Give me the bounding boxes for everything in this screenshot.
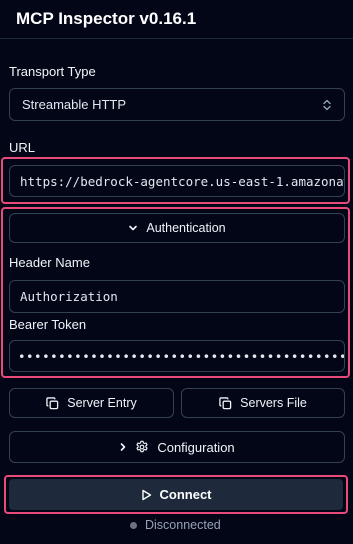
url-value: https://bedrock-agentcore.us-east-1.amaz…	[20, 173, 344, 189]
chevron-right-icon	[119, 442, 127, 452]
header-divider	[0, 38, 353, 39]
status-text: Disconnected	[145, 518, 221, 532]
configuration-button[interactable]: Configuration	[9, 431, 345, 463]
url-label: URL	[9, 140, 36, 155]
connect-button[interactable]: Connect	[9, 479, 343, 510]
connection-status: Disconnected	[130, 518, 221, 532]
bearer-token-label: Bearer Token	[9, 317, 87, 332]
copy-icon	[46, 396, 59, 410]
gear-icon	[135, 440, 149, 454]
configuration-label: Configuration	[157, 439, 235, 455]
copy-icon	[219, 396, 232, 410]
header-name-input[interactable]: Authorization	[9, 280, 345, 313]
transport-type-select[interactable]: Streamable HTTP	[9, 88, 345, 121]
transport-type-value: Streamable HTTP	[22, 97, 127, 112]
transport-type-label: Transport Type	[9, 64, 96, 79]
servers-file-button[interactable]: Servers File	[181, 388, 345, 418]
connect-label: Connect	[159, 487, 212, 502]
server-entry-button[interactable]: Server Entry	[9, 388, 174, 418]
authentication-label: Authentication	[146, 221, 226, 235]
chevrons-up-down-icon	[322, 99, 332, 111]
app-title: MCP Inspector v0.16.1	[16, 9, 197, 28]
server-entry-label: Server Entry	[67, 396, 137, 410]
servers-file-label: Servers File	[240, 396, 307, 410]
bearer-token-value: ••••••••••••••••••••••••••••••••••••••••…	[18, 348, 345, 364]
bearer-token-input[interactable]: ••••••••••••••••••••••••••••••••••••••••…	[9, 340, 345, 372]
status-dot	[130, 521, 137, 529]
header-name-value: Authorization	[20, 289, 118, 304]
chevron-down-icon	[128, 224, 138, 232]
url-input[interactable]: https://bedrock-agentcore.us-east-1.amaz…	[9, 165, 345, 197]
authentication-toggle-button[interactable]: Authentication	[9, 213, 345, 243]
play-icon	[141, 489, 152, 501]
header-name-label: Header Name	[9, 255, 90, 270]
